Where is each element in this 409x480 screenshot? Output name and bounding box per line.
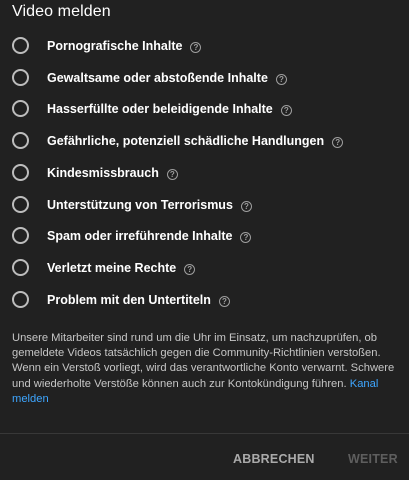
option-label: Pornografische Inhalte [47,39,183,53]
help-circle-icon[interactable]: ? [275,73,287,85]
help-circle-icon[interactable]: ? [240,232,252,244]
option-label: Hasserfüllte oder beleidigende Inhalte [47,102,273,117]
option-label-wrap: Problem mit den Untertiteln? [47,293,230,307]
radio-button[interactable] [12,132,29,150]
radio-button[interactable] [12,37,29,54]
help-circle-icon[interactable]: ? [184,263,196,275]
cancel-button[interactable]: ABBRECHEN [233,452,315,466]
dialog-title: Video melden [12,3,111,20]
info-text-block: Unsere Mitarbeiter sind rund um die Uhr … [12,331,398,407]
option-dangerous[interactable]: Gefährliche, potenziell schädliche Handl… [0,127,409,158]
radio-button[interactable] [12,163,29,181]
radio-button[interactable] [12,227,29,245]
radio-button[interactable] [12,68,29,86]
radio-button[interactable] [12,258,29,276]
option-spam[interactable]: Spam oder irreführende Inhalte? [0,222,409,253]
option-label-wrap: Hasserfüllte oder beleidigende Inhalte? [47,102,292,117]
option-captions[interactable]: Problem mit den Untertiteln? [0,286,409,317]
option-label: Unterstützung von Terrorismus [47,197,233,212]
option-label: Spam oder irreführende Inhalte [47,229,233,244]
option-pornographic[interactable]: Pornografische Inhalte? [0,32,409,63]
next-button[interactable]: WEITER [348,452,398,466]
option-rights[interactable]: Verletzt meine Rechte? [0,254,409,285]
option-label-wrap: Verletzt meine Rechte? [47,260,196,275]
option-label-wrap: Unterstützung von Terrorismus? [47,198,252,212]
radio-button[interactable] [12,100,29,118]
help-circle-icon[interactable]: ? [166,168,178,180]
option-hateful[interactable]: Hasserfüllte oder beleidigende Inhalte? [0,95,409,126]
radio-button[interactable] [12,195,29,213]
divider [0,433,409,434]
radio-button[interactable] [12,290,29,308]
help-circle-icon[interactable]: ? [190,42,202,53]
option-label: Problem mit den Untertiteln [47,292,211,307]
help-circle-icon[interactable]: ? [218,295,230,307]
help-circle-icon[interactable]: ? [332,137,344,149]
option-label-wrap: Gefährliche, potenziell schädliche Handl… [47,134,344,149]
option-label-wrap: Gewaltsame oder abstoßende Inhalte? [47,71,287,85]
option-label-wrap: Spam oder irreführende Inhalte? [47,229,252,244]
option-terrorism[interactable]: Unterstützung von Terrorismus? [0,191,409,222]
option-label-wrap: Kindesmissbrauch? [47,166,178,180]
info-text: Unsere Mitarbeiter sind rund um die Uhr … [12,332,395,390]
option-child-abuse[interactable]: Kindesmissbrauch? [0,159,409,190]
option-label: Gewaltsame oder abstoßende Inhalte [47,70,268,85]
option-label-wrap: Pornografische Inhalte? [47,39,202,53]
option-label: Gefährliche, potenziell schädliche Handl… [47,134,325,149]
help-circle-icon[interactable]: ? [280,105,292,117]
option-label: Verletzt meine Rechte [47,260,177,275]
option-label: Kindesmissbrauch [47,165,159,180]
option-violent[interactable]: Gewaltsame oder abstoßende Inhalte? [0,64,409,95]
report-video-dialog: Video melden Pornografische Inhalte? Gew… [0,0,409,480]
help-circle-icon[interactable]: ? [240,200,252,212]
